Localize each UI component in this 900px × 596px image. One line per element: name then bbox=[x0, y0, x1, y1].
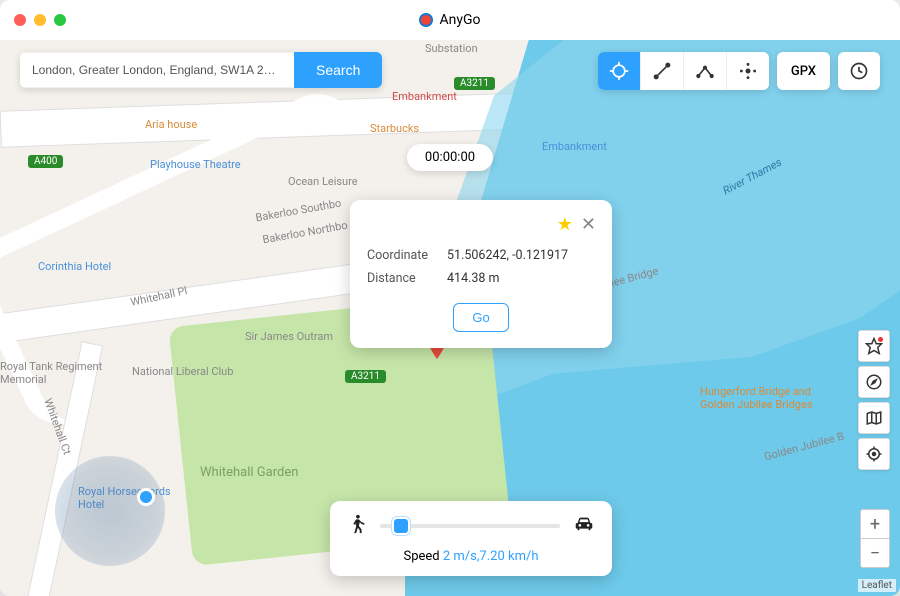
top-toolbar: GPX bbox=[598, 52, 880, 90]
app-title-wrap: AnyGo bbox=[419, 12, 480, 28]
gpx-button[interactable]: GPX bbox=[777, 52, 830, 90]
speed-value: 2 m/s,7.20 km/h bbox=[443, 549, 539, 564]
poi-label: Embankment bbox=[542, 140, 607, 153]
two-spot-mode-button[interactable] bbox=[640, 52, 683, 90]
map-tool-button[interactable] bbox=[858, 402, 890, 434]
poi-label: Starbucks bbox=[370, 122, 419, 135]
joystick-ring-icon bbox=[55, 456, 165, 566]
favorite-star-icon[interactable]: ★ bbox=[557, 214, 573, 235]
compass-icon bbox=[865, 373, 883, 391]
poi-label: Royal Tank Regiment Memorial bbox=[0, 360, 120, 386]
poi-label: Embankment bbox=[392, 90, 457, 103]
go-button[interactable]: Go bbox=[453, 303, 508, 332]
history-button-group bbox=[838, 52, 880, 90]
app-window: AnyGo A400 A3211 A3211 Substation Aria h… bbox=[0, 0, 900, 596]
zoom-controls: + − bbox=[860, 509, 890, 568]
locate-icon bbox=[865, 445, 883, 463]
joystick-mode-button[interactable] bbox=[726, 52, 769, 90]
poi-label: Substation bbox=[425, 42, 478, 55]
map-attribution: Leaflet bbox=[858, 579, 896, 592]
route-badge: A400 bbox=[28, 155, 63, 168]
car-icon bbox=[572, 513, 596, 539]
speed-panel: Speed 2 m/s,7.20 km/h bbox=[330, 501, 612, 576]
locate-tool-button[interactable] bbox=[858, 438, 890, 470]
teleport-mode-button[interactable] bbox=[598, 52, 640, 90]
virtual-joystick[interactable] bbox=[55, 456, 165, 566]
app-pin-icon bbox=[419, 13, 433, 27]
coord-value: 51.506242, -0.121917 bbox=[446, 247, 569, 264]
joystick-handle[interactable] bbox=[137, 488, 155, 506]
timer-pill: 00:00:00 bbox=[407, 144, 493, 171]
poi-label: Ocean Leisure bbox=[288, 175, 358, 188]
distance-label: Distance bbox=[366, 270, 446, 287]
location-popup: ★ ✕ Coordinate51.506242, -0.121917 Dista… bbox=[350, 200, 612, 348]
mode-button-group bbox=[598, 52, 769, 90]
poi-label: Sir James Outram bbox=[245, 330, 333, 343]
joystick-move-icon bbox=[738, 61, 758, 81]
side-tool-column bbox=[858, 330, 890, 470]
close-icon[interactable]: ✕ bbox=[581, 214, 596, 235]
distance-value: 414.38 m bbox=[446, 270, 569, 287]
coord-label: Coordinate bbox=[366, 247, 446, 264]
walk-icon bbox=[346, 513, 368, 539]
speed-slider-thumb[interactable] bbox=[394, 519, 408, 533]
route-badge: A3211 bbox=[454, 77, 495, 90]
search-button[interactable]: Search bbox=[294, 52, 382, 88]
zoom-out-button[interactable]: − bbox=[861, 539, 889, 567]
route-two-icon bbox=[652, 61, 672, 81]
poi-label: Hungerford Bridge and Golden Jubilee Bri… bbox=[700, 385, 840, 411]
poi-label: Whitehall Garden bbox=[200, 465, 298, 480]
history-button[interactable] bbox=[838, 52, 880, 90]
app-title: AnyGo bbox=[439, 12, 480, 28]
minimize-window-icon[interactable] bbox=[34, 14, 46, 26]
gpx-button-group: GPX bbox=[777, 52, 830, 90]
poi-label: National Liberal Club bbox=[132, 365, 233, 378]
notification-dot-icon bbox=[878, 337, 883, 342]
route-badge: A3211 bbox=[345, 370, 386, 383]
poi-label: Playhouse Theatre bbox=[150, 158, 241, 171]
search-bar: Search bbox=[20, 52, 382, 88]
zoom-in-button[interactable]: + bbox=[861, 510, 889, 539]
clock-icon bbox=[849, 61, 869, 81]
poi-label: Corinthia Hotel bbox=[38, 260, 111, 273]
location-info-table: Coordinate51.506242, -0.121917 Distance4… bbox=[366, 241, 569, 293]
close-window-icon[interactable] bbox=[14, 14, 26, 26]
route-multi-icon bbox=[695, 61, 715, 81]
search-input[interactable] bbox=[20, 53, 294, 87]
map-icon bbox=[865, 409, 883, 427]
speed-label: Speed bbox=[403, 549, 439, 564]
poi-label: Aria house bbox=[145, 118, 197, 131]
maximize-window-icon[interactable] bbox=[54, 14, 66, 26]
compass-tool-button[interactable] bbox=[858, 366, 890, 398]
speed-slider[interactable] bbox=[380, 524, 560, 528]
favorites-tool-button[interactable] bbox=[858, 330, 890, 362]
crosshair-icon bbox=[609, 61, 629, 81]
window-controls bbox=[14, 14, 66, 26]
map-canvas[interactable]: A400 A3211 A3211 Substation Aria house P… bbox=[0, 40, 900, 596]
titlebar: AnyGo bbox=[0, 0, 900, 41]
multi-spot-mode-button[interactable] bbox=[683, 52, 726, 90]
